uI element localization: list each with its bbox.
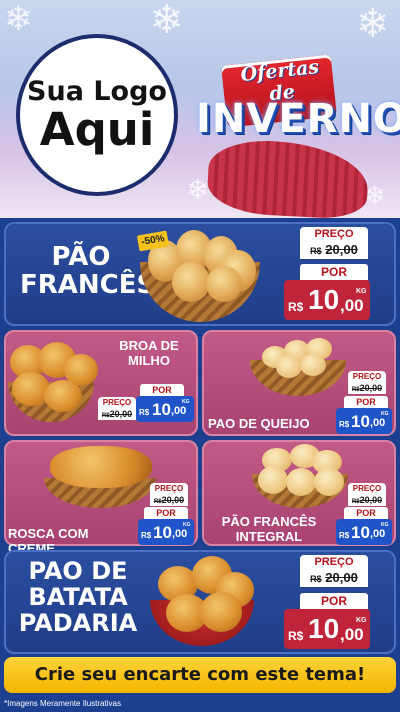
product-name: BROA DE MILHO (119, 338, 179, 368)
por-label: POR (300, 593, 368, 609)
currency: R$ (101, 413, 110, 419)
price-label: PREÇO (98, 397, 136, 408)
bread-image (258, 466, 288, 494)
bread-image (206, 266, 242, 302)
scarf-illustration (206, 137, 370, 218)
currency: R$ (310, 574, 322, 584)
old-price: R$ 20,00 (300, 241, 368, 259)
price-label: PREÇO (348, 483, 386, 494)
por-label: POR (140, 384, 184, 396)
new-price-int: 10 (351, 523, 370, 542)
old-price: R$20,00 (348, 494, 386, 506)
old-price-value: 20,00 (325, 570, 358, 585)
new-price-dec: ,00 (340, 296, 364, 315)
new-price-dec: ,00 (172, 528, 188, 540)
por-label: POR (344, 507, 388, 519)
snowflake-icon: ❄ (150, 0, 184, 42)
product-name: PÃO FRANCÊS INTEGRAL (221, 514, 317, 544)
old-price: R$20,00 (150, 494, 188, 506)
currency: R$ (139, 408, 150, 417)
old-price: R$20,00 (98, 408, 136, 420)
currency: R$ (339, 531, 350, 540)
new-price-int: 10 (153, 523, 172, 542)
price-label: PREÇO (300, 555, 368, 569)
currency: R$ (351, 387, 360, 393)
new-price-int: 10 (308, 284, 340, 315)
new-price: R$ 10 ,00 KG (336, 408, 392, 434)
currency: R$ (310, 246, 322, 256)
new-price: R$ 10 ,00 KG (336, 519, 392, 545)
product-name: PAO DE BATATA PADARIA (18, 557, 138, 637)
bread-image (314, 468, 344, 496)
old-price-value: 20,00 (109, 409, 133, 419)
winter-offers-title: Ofertas de INVERNO (196, 30, 400, 218)
bread-image (286, 468, 316, 496)
old-price-value: 20,00 (325, 242, 358, 257)
currency: R$ (339, 420, 350, 429)
unit-label: KG (381, 522, 389, 528)
header-banner: ❄ ❄ ❄ ❄ ❄ Sua Logo Aqui Ofertas de INVER… (0, 0, 400, 218)
new-price-dec: ,00 (340, 625, 364, 644)
bread-image (50, 446, 152, 488)
bread-image (44, 380, 82, 412)
unit-label: KG (381, 411, 389, 417)
unit-label: KG (356, 288, 367, 295)
title-main: INVERNO (196, 96, 400, 142)
currency: R$ (288, 629, 304, 643)
new-price-dec: ,00 (370, 528, 386, 540)
por-label: POR (300, 264, 368, 280)
product-name: PAO DE QUEIJO (208, 416, 310, 431)
cta-banner[interactable]: Crie seu encarte com este tema! (4, 657, 396, 693)
price-label: PREÇO (150, 483, 188, 494)
old-price-value: 20,00 (359, 383, 383, 393)
new-price: R$ 10 ,00 KG (284, 609, 370, 649)
currency: R$ (153, 499, 162, 505)
logo-line-2: Aqui (39, 103, 155, 157)
new-price-dec: ,00 (171, 405, 187, 417)
new-price: R$ 10 ,00 KG (284, 280, 370, 320)
bread-image (200, 592, 242, 632)
new-price: R$ 10 ,00 KG (138, 519, 194, 545)
bread-image (300, 354, 326, 376)
new-price-int: 10 (308, 613, 340, 644)
old-price-value: 20,00 (161, 495, 185, 505)
por-label: POR (344, 396, 388, 408)
logo-placeholder: Sua Logo Aqui (16, 34, 178, 196)
new-price-int: 10 (351, 412, 370, 431)
unit-label: KG (182, 399, 190, 405)
currency: R$ (288, 300, 304, 314)
old-price: R$20,00 (348, 382, 386, 394)
old-price: R$ 20,00 (300, 569, 368, 587)
currency: R$ (351, 499, 360, 505)
price-label: PREÇO (300, 227, 368, 241)
new-price-dec: ,00 (370, 417, 386, 429)
currency: R$ (141, 531, 152, 540)
old-price-value: 20,00 (359, 495, 383, 505)
price-label: PREÇO (348, 371, 386, 382)
snowflake-icon: ❄ (4, 0, 33, 38)
unit-label: KG (183, 522, 191, 528)
logo-line-1: Sua Logo (27, 75, 167, 107)
unit-label: KG (356, 617, 367, 624)
product-name: PÃO FRANCÊS (20, 242, 156, 301)
bread-image (276, 356, 302, 378)
disclaimer-text: *Imagens Meramente Ilustrativas (4, 699, 121, 708)
new-price: R$ 10 ,00 KG (136, 396, 194, 422)
por-label: POR (144, 507, 188, 519)
bread-image (172, 262, 210, 302)
new-price-int: 10 (152, 400, 171, 419)
